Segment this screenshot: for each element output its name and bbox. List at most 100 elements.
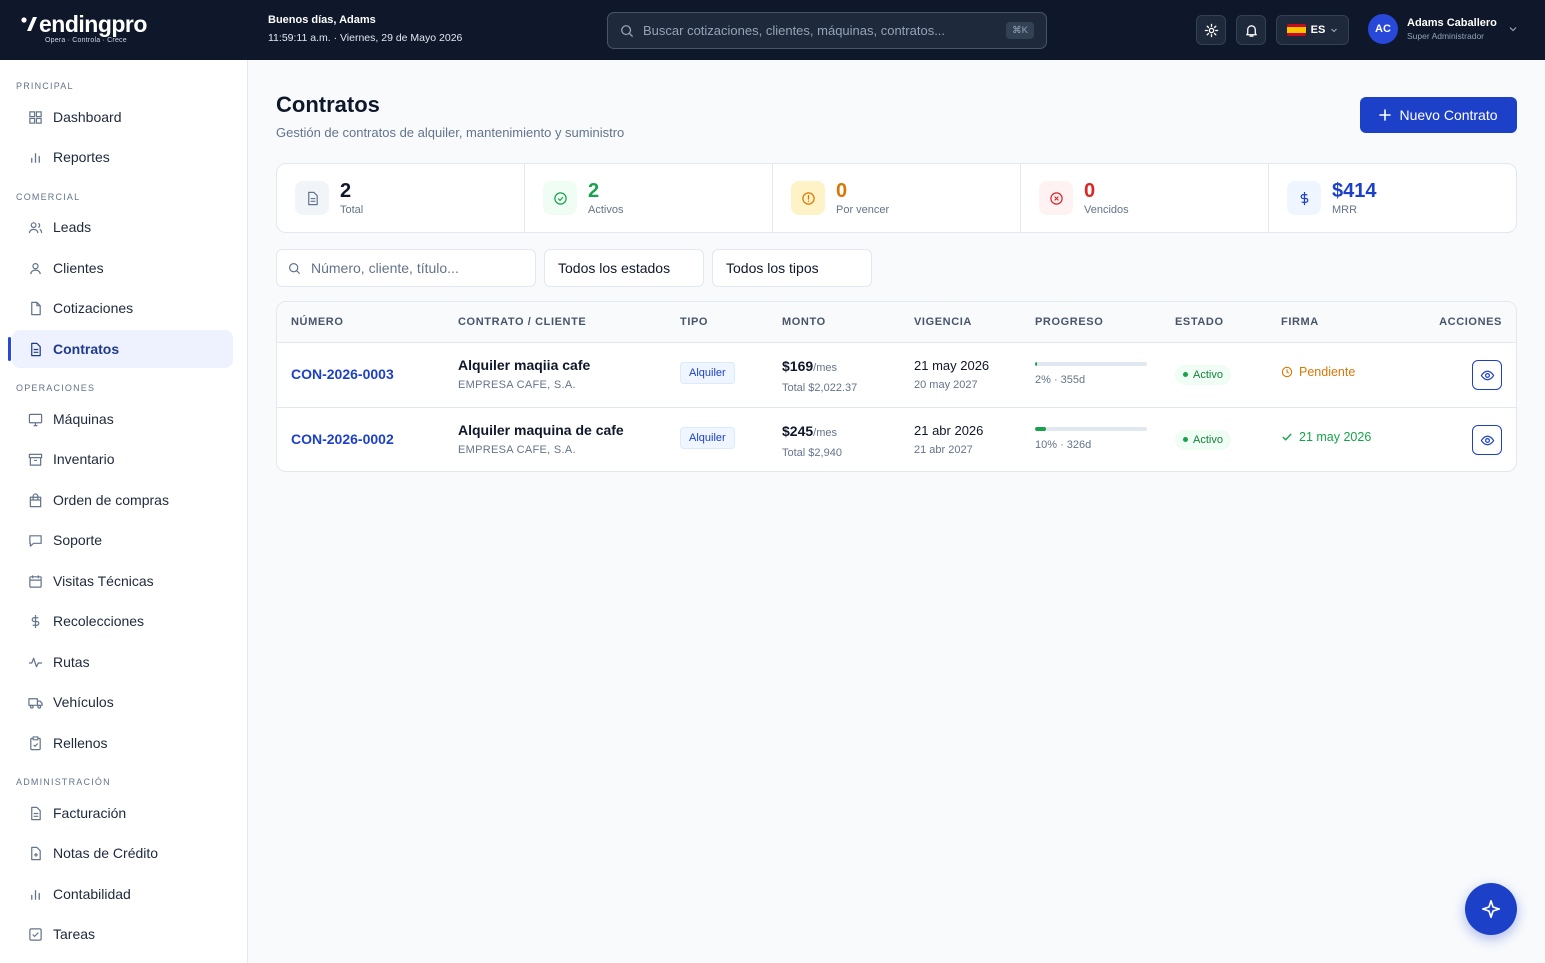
alert-circle-icon xyxy=(791,181,825,215)
stat-value: 2 xyxy=(340,180,352,202)
view-button[interactable] xyxy=(1472,360,1502,390)
column-header[interactable]: VIGENCIA xyxy=(914,316,972,328)
contract-number-link[interactable]: CON-2026-0002 xyxy=(291,431,394,447)
sidebar-item-label: Máquinas xyxy=(53,411,114,427)
sidebar-item-maquinas[interactable]: Máquinas xyxy=(12,400,233,438)
table-row[interactable]: CON-2026-0003 Alquiler maqiia cafe EMPRE… xyxy=(277,343,1516,408)
user-icon xyxy=(30,262,41,274)
sidebar-item-leads[interactable]: Leads xyxy=(12,208,233,246)
user-menu[interactable]: AC Adams Caballero Super Administrador xyxy=(1368,14,1518,44)
contract-search-input[interactable]: Número, cliente, título... xyxy=(276,249,536,287)
sidebar-item-rellenos[interactable]: Rellenos xyxy=(12,724,233,762)
language-selector[interactable]: ES xyxy=(1276,15,1349,45)
column-header[interactable]: CONTRATO / CLIENTE xyxy=(458,316,586,328)
column-header[interactable]: TIPO xyxy=(680,316,708,328)
stat-label: Por vencer xyxy=(836,204,890,216)
sidebar-item-vehiculos[interactable]: Vehículos xyxy=(12,683,233,721)
file-text-icon xyxy=(31,806,41,820)
sidebar-item-label: Dashboard xyxy=(53,109,122,125)
check-icon xyxy=(1282,433,1292,441)
sidebar-item-reportes[interactable]: Reportes xyxy=(12,138,233,176)
progress-label: 2% · 355d xyxy=(1035,374,1086,386)
gear-icon xyxy=(1204,23,1218,37)
contract-number-link[interactable]: CON-2026-0003 xyxy=(291,366,394,382)
sparkle-icon xyxy=(1481,899,1501,919)
contracts-table: NÚMERO CONTRATO / CLIENTE TIPO MONTO VIG… xyxy=(276,301,1517,472)
sidebar-item-label: Contabilidad xyxy=(53,886,131,902)
sidebar-item-label: Rellenos xyxy=(53,735,108,751)
type-filter-select[interactable]: Todos los tipos xyxy=(712,249,872,287)
column-header[interactable]: ESTADO xyxy=(1175,316,1224,328)
status-dot xyxy=(1183,437,1188,442)
shopping-bag-icon xyxy=(29,492,42,507)
sidebar-item-label: Cotizaciones xyxy=(53,300,134,316)
progress-fill xyxy=(1035,427,1047,431)
sidebar-section-operaciones: OPERACIONES xyxy=(16,383,96,393)
users-icon xyxy=(28,221,43,233)
type-badge: Alquiler xyxy=(680,362,735,384)
search-icon xyxy=(621,24,633,37)
sidebar-item-cotizaciones[interactable]: Cotizaciones xyxy=(12,289,233,327)
clipboard-icon xyxy=(30,735,41,750)
greeting-title: Buenos días, Adams xyxy=(268,14,376,26)
sidebar-item-notas-de-credito[interactable]: Notas de Crédito xyxy=(12,834,233,872)
sidebar-item-label: Clientes xyxy=(53,260,104,276)
column-header[interactable]: PROGRESO xyxy=(1035,316,1103,328)
status-label: Activo xyxy=(1193,368,1223,381)
stat-label: Vencidos xyxy=(1084,204,1129,216)
sidebar-item-clientes[interactable]: Clientes xyxy=(12,249,233,287)
sidebar-section-administracion: ADMINISTRACIÓN xyxy=(16,777,111,787)
sidebar-item-label: Soporte xyxy=(53,532,103,548)
sidebar-item-orden-de-compras[interactable]: Orden de compras xyxy=(12,481,233,519)
column-header[interactable]: MONTO xyxy=(782,316,826,328)
sidebar-item-tareas[interactable]: Tareas xyxy=(12,915,233,953)
sidebar-item-contratos[interactable]: Contratos xyxy=(12,330,233,368)
contract-title: Alquiler maqiia cafe xyxy=(458,357,591,373)
settings-button[interactable] xyxy=(1196,15,1226,45)
sidebar-item-label: Rutas xyxy=(53,654,90,670)
stat-activos: 2 Activos xyxy=(525,164,773,232)
sidebar-item-label: Recolecciones xyxy=(53,613,145,629)
column-header[interactable]: FIRMA xyxy=(1281,316,1319,328)
spain-flag-icon xyxy=(1286,24,1306,36)
brand-logo[interactable]: endingpro Opera · Controla · Crece xyxy=(20,12,147,44)
page-title: Contratos xyxy=(276,92,380,117)
sidebar-item-facturacion[interactable]: Facturación xyxy=(12,794,233,832)
sidebar-item-label: Leads xyxy=(53,219,92,235)
sidebar-item-label: Contratos xyxy=(53,341,120,357)
column-header[interactable]: NÚMERO xyxy=(291,316,344,328)
search-shortcut: ⌘K xyxy=(1006,22,1034,39)
new-contract-button[interactable]: Nuevo Contrato xyxy=(1360,97,1517,133)
check-circle-icon xyxy=(543,181,577,215)
sidebar-item-rutas[interactable]: Rutas xyxy=(12,643,233,681)
sidebar-item-label: Visitas Técnicas xyxy=(53,573,154,589)
bar-chart-icon xyxy=(31,152,40,163)
sidebar-item-visitas-tecnicas[interactable]: Visitas Técnicas xyxy=(12,562,233,600)
notifications-button[interactable] xyxy=(1236,15,1266,45)
language-code: ES xyxy=(1310,24,1326,36)
status-filter-select[interactable]: Todos los estados xyxy=(544,249,704,287)
sidebar-item-recolecciones[interactable]: Recolecciones xyxy=(12,602,233,640)
sidebar-item-inventario[interactable]: Inventario xyxy=(12,440,233,478)
sidebar-item-soporte[interactable]: Soporte xyxy=(12,521,233,559)
dollar-icon xyxy=(31,614,40,628)
file-plus-icon xyxy=(31,846,41,860)
avatar: AC xyxy=(1368,14,1398,44)
amount-period: /mes xyxy=(813,427,837,439)
chevron-down-icon xyxy=(1509,27,1517,32)
signature-status: Pendiente xyxy=(1281,365,1355,379)
calendar-icon xyxy=(29,574,42,588)
check-square-icon xyxy=(29,927,42,941)
sidebar-item-label: Reportes xyxy=(53,149,110,165)
view-button[interactable] xyxy=(1472,425,1502,455)
table-row[interactable]: CON-2026-0002 Alquiler maquina de cafe E… xyxy=(277,408,1516,471)
table-header: NÚMERO CONTRATO / CLIENTE TIPO MONTO VIG… xyxy=(277,302,1516,343)
global-search[interactable]: Buscar cotizaciones, clientes, máquinas,… xyxy=(607,12,1047,49)
assistant-fab-button[interactable] xyxy=(1465,883,1517,935)
user-role: Super Administrador xyxy=(1407,31,1485,41)
sidebar-item-dashboard[interactable]: Dashboard xyxy=(12,98,233,136)
sidebar-item-contabilidad[interactable]: Contabilidad xyxy=(12,875,233,913)
status-badge: Activo xyxy=(1175,429,1231,450)
stat-label: MRR xyxy=(1332,204,1358,216)
clock-icon xyxy=(1281,366,1293,378)
